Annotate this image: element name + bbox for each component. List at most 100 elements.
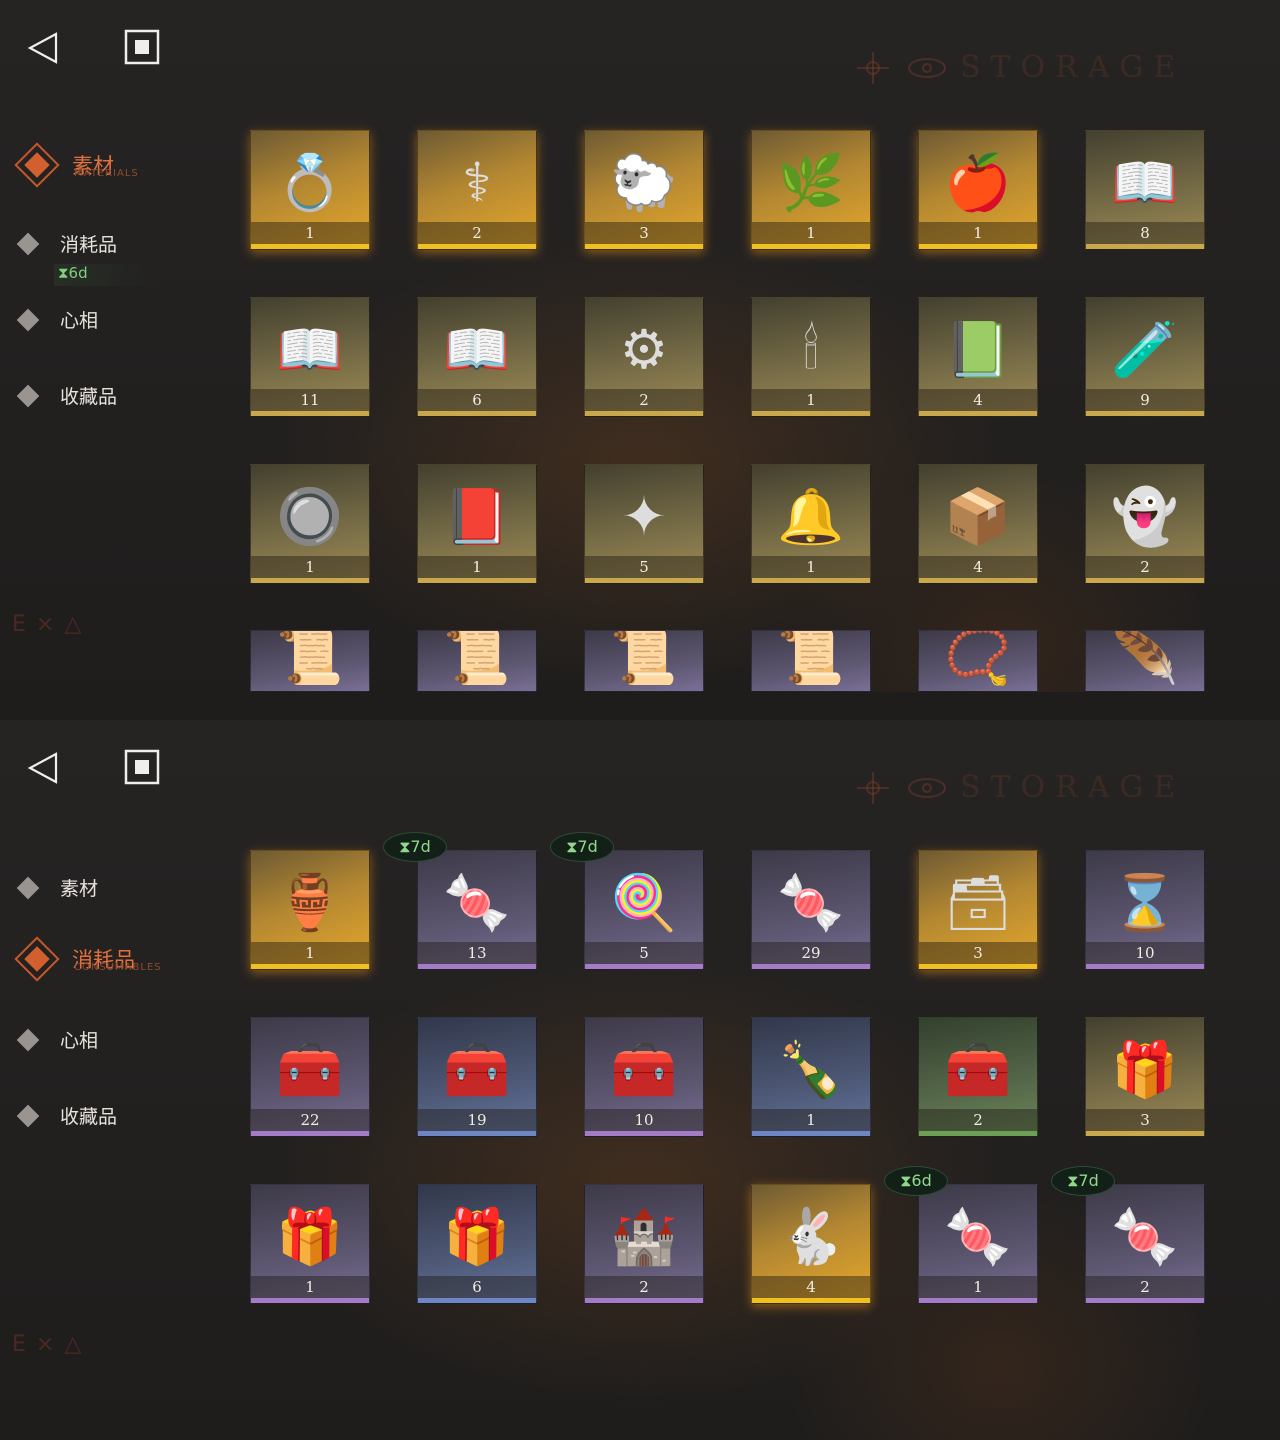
- nav-aspects[interactable]: 心相: [14, 1026, 98, 1053]
- dark-tome-icon: 📕: [443, 484, 511, 548]
- item-lollipops[interactable]: 🍭 5 ⧗7d: [550, 832, 704, 970]
- item-rabbit-box[interactable]: 🐇 4: [751, 1184, 871, 1304]
- item-dark-tome[interactable]: 📕 1: [417, 464, 537, 584]
- item-quill-charm[interactable]: 🪶: [1085, 630, 1205, 692]
- panel-divider: [0, 692, 1280, 720]
- item-bell-jar[interactable]: 🔔 1: [751, 464, 871, 584]
- item-golden-sheep[interactable]: 🐑 3: [584, 130, 704, 250]
- rarity-stripe: [752, 578, 870, 583]
- item-candy-jar[interactable]: 🍬 13 ⧗7d: [383, 832, 537, 970]
- item-green-scroll[interactable]: 📜: [417, 630, 537, 692]
- item-green-rune-book[interactable]: 📖 11: [250, 297, 370, 417]
- item-hand-box[interactable]: 📦 4: [918, 464, 1038, 584]
- item-count: 6: [418, 1276, 536, 1298]
- item-count: 3: [1086, 1109, 1204, 1131]
- nav-materials[interactable]: 素材: [14, 874, 98, 901]
- item-candies[interactable]: 🍬 1 ⧗6d: [884, 1166, 1038, 1304]
- nav-materials[interactable]: 素材 MATERIALS: [14, 142, 138, 188]
- item-count: 5: [585, 942, 703, 964]
- selected-diamond-icon: [14, 142, 60, 188]
- item-count: 2: [585, 1276, 703, 1298]
- item-wooden-crate-purple[interactable]: 🧰 22: [250, 1017, 370, 1137]
- item-count: 1: [251, 556, 369, 578]
- item-candy-jar-2[interactable]: 🍬 29: [751, 850, 871, 970]
- item-count: 2: [919, 1109, 1037, 1131]
- item-parcel-purple[interactable]: 🎁 1: [250, 1184, 370, 1304]
- item-count: 5: [585, 556, 703, 578]
- rarity-stripe: [585, 244, 703, 249]
- item-parcel-blue[interactable]: 🎁 6: [417, 1184, 537, 1304]
- item-frame: 📜: [751, 630, 871, 692]
- item-frame: 🌿 1: [751, 130, 871, 250]
- green-tablet-icon: 📗: [944, 317, 1012, 381]
- item-frame: 🍬 29: [751, 850, 871, 970]
- back-icon[interactable]: [26, 30, 62, 66]
- item-frame: 🏺 1: [250, 850, 370, 970]
- item-blue-rune-book[interactable]: 📖 6: [417, 297, 537, 417]
- rarity-stripe: [752, 244, 870, 249]
- item-astrolabe[interactable]: ⚙ 2: [584, 297, 704, 417]
- item-candies-2[interactable]: 🍬 2 ⧗7d: [1051, 1166, 1205, 1304]
- storage-title: STORAGE: [960, 770, 1186, 805]
- rabbit-box-icon: 🐇: [777, 1204, 845, 1268]
- diamond-icon: [16, 384, 40, 407]
- item-ouija-board[interactable]: 🕯 1: [751, 297, 871, 417]
- side-deco-icon: E×△: [12, 612, 92, 637]
- nav-consumables[interactable]: 消耗品: [14, 230, 117, 257]
- rarity-stripe: [251, 578, 369, 583]
- home-icon[interactable]: [124, 749, 160, 785]
- item-purple-potion[interactable]: 🧪 9: [1085, 297, 1205, 417]
- item-wooden-crate-blue[interactable]: 🧰 19: [417, 1017, 537, 1137]
- nav-collectibles[interactable]: 收藏品: [14, 382, 117, 409]
- rarity-stripe: [585, 578, 703, 583]
- item-laurel-wreath[interactable]: 🌿 1: [751, 130, 871, 250]
- item-count: 2: [418, 222, 536, 244]
- item-ghost[interactable]: 👻 2: [1085, 464, 1205, 584]
- expiry-timer-badge: ⧗7d: [550, 832, 614, 862]
- item-red-rune-book[interactable]: 📖 8: [1085, 130, 1205, 250]
- item-frame: ✦ 5: [584, 464, 704, 584]
- candies-icon: 🍬: [944, 1204, 1012, 1268]
- item-apple-serpent[interactable]: 🍎 1: [918, 130, 1038, 250]
- item-caduceus[interactable]: ⚕ 2: [417, 130, 537, 250]
- item-message-bottle[interactable]: 🍾 1: [751, 1017, 871, 1137]
- home-icon[interactable]: [124, 29, 160, 65]
- nav-collectibles[interactable]: 收藏品: [14, 1102, 117, 1129]
- back-icon[interactable]: [26, 750, 62, 786]
- item-wooden-crate-tan[interactable]: 🧰 10: [584, 1017, 704, 1137]
- item-red-scroll[interactable]: 📜: [250, 630, 370, 692]
- diamond-icon: [16, 876, 40, 899]
- item-silver-bullets[interactable]: ✦ 5: [584, 464, 704, 584]
- item-rune-table[interactable]: 🗃 3: [918, 850, 1038, 970]
- item-wooden-crate-green[interactable]: 🧰 2: [918, 1017, 1038, 1137]
- selected-diamond-icon: [14, 936, 60, 982]
- item-ornate-ring[interactable]: 💍 1: [250, 130, 370, 250]
- wooden-crate-blue-icon: 🧰: [443, 1037, 511, 1101]
- quill-charm-icon: 🪶: [1111, 630, 1179, 689]
- storage-deco-icon: [857, 772, 946, 804]
- nav-aspects[interactable]: 心相: [14, 306, 98, 333]
- item-frame: 🍬 2: [1085, 1184, 1205, 1304]
- item-count: 1: [919, 1276, 1037, 1298]
- item-amulet[interactable]: 📿: [918, 630, 1038, 692]
- item-parcel-tan[interactable]: 🎁 3: [1085, 1017, 1205, 1137]
- item-blue-scroll[interactable]: 📜: [584, 630, 704, 692]
- nav-consumables[interactable]: 消耗品 CONSUMABLES: [14, 936, 161, 982]
- rarity-stripe: [418, 1298, 536, 1303]
- item-sand-castle[interactable]: 🏰 2: [584, 1184, 704, 1304]
- item-ornament-bauble[interactable]: 🏺 1: [250, 850, 370, 970]
- item-green-tablet[interactable]: 📗 4: [918, 297, 1038, 417]
- parcel-blue-icon: 🎁: [443, 1204, 511, 1268]
- parcel-purple-icon: 🎁: [276, 1204, 344, 1268]
- item-frame: ⚙ 2: [584, 297, 704, 417]
- item-frame: 🔘 1: [250, 464, 370, 584]
- item-cipher-disk[interactable]: 🔘 1: [250, 464, 370, 584]
- rarity-stripe: [1086, 1131, 1204, 1136]
- item-orange-scroll[interactable]: 📜: [751, 630, 871, 692]
- red-rune-book-icon: 📖: [1111, 150, 1179, 214]
- item-count: 10: [585, 1109, 703, 1131]
- item-hourglass[interactable]: ⌛ 10: [1085, 850, 1205, 970]
- item-frame: 🐑 3: [584, 130, 704, 250]
- item-frame: 💍 1: [250, 130, 370, 250]
- nav-consumables-label: 消耗品: [60, 234, 118, 256]
